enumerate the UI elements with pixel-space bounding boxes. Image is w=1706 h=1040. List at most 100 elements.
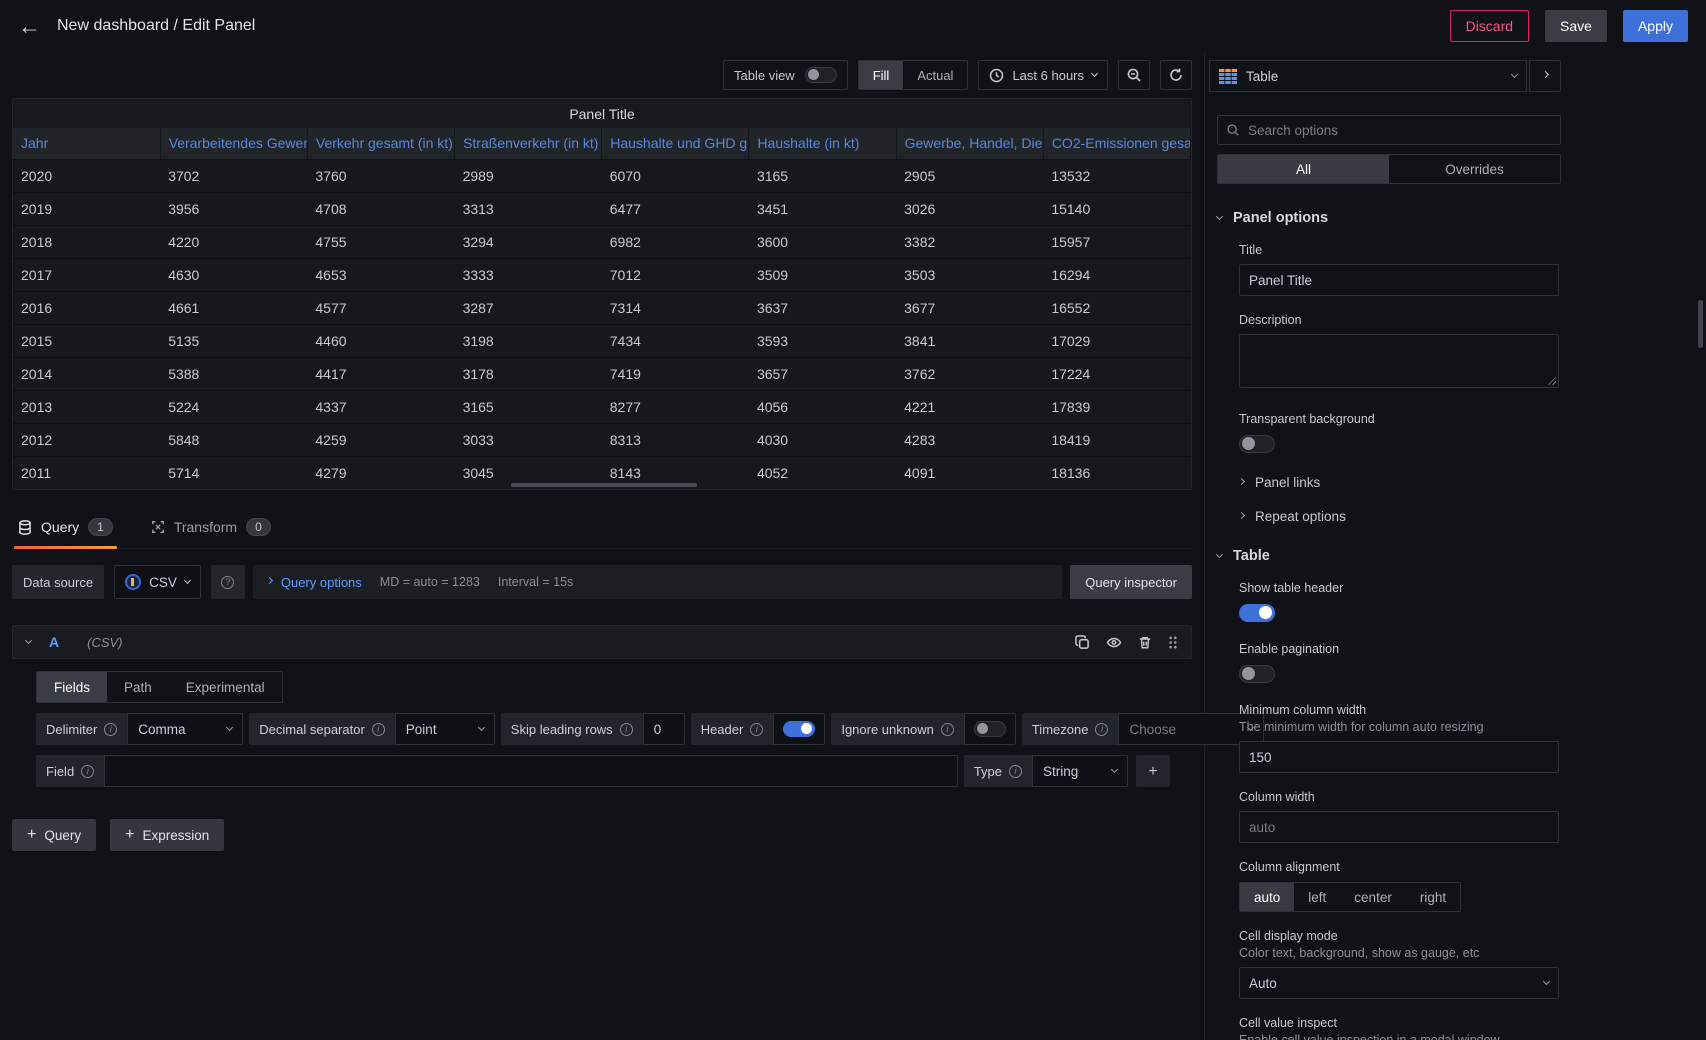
alignment-left[interactable]: left [1294, 883, 1340, 911]
column-header[interactable]: Haushalte (in kt) [749, 128, 896, 159]
query-count-badge: 1 [88, 518, 113, 536]
zoom-out-button[interactable] [1118, 60, 1150, 90]
ignore-unknown-toggle[interactable] [974, 721, 1006, 737]
csv-editor-tabs: Fields Path Experimental [36, 671, 283, 703]
transparent-background-toggle[interactable] [1239, 435, 1275, 453]
alignment-center[interactable]: center [1340, 883, 1406, 911]
table-row: 201258484259303383134030428318419 [13, 423, 1191, 456]
csv-options-row: Delimiter Comma Decimal separator Point … [36, 713, 1170, 745]
table-view-label: Table view [734, 68, 795, 83]
add-field-button[interactable] [1136, 755, 1170, 787]
table-cell: 7419 [602, 357, 749, 390]
tab-experimental[interactable]: Experimental [169, 672, 282, 702]
column-header[interactable]: Gewerbe, Handel, Dien [896, 128, 1043, 159]
discard-button[interactable]: Discard [1450, 10, 1529, 42]
alignment-right[interactable]: right [1406, 883, 1460, 911]
repeat-options-section[interactable]: Repeat options [1239, 509, 1565, 524]
table-cell: 3451 [749, 192, 896, 225]
skip-leading-rows-input[interactable]: 0 [643, 713, 685, 745]
chevron-down-icon [1111, 766, 1118, 773]
fill-option[interactable]: Fill [859, 61, 904, 89]
apply-button[interactable]: Apply [1623, 10, 1688, 42]
search-icon [1226, 123, 1240, 137]
delimiter-label: Delimiter [36, 713, 127, 745]
min-column-width-label: Minimum column width [1239, 703, 1565, 717]
add-query-button[interactable]: Query [12, 819, 96, 851]
table-cell: 4653 [307, 258, 454, 291]
cell-display-mode-select[interactable]: Auto [1239, 967, 1559, 999]
show-table-header-toggle[interactable] [1239, 604, 1275, 622]
table-cell: 3382 [896, 225, 1043, 258]
chevron-down-icon [478, 724, 485, 731]
query-row-header[interactable]: A (CSV) [12, 625, 1192, 659]
tab-query[interactable]: Query 1 [14, 508, 117, 548]
time-range-picker[interactable]: Last 6 hours [978, 60, 1108, 90]
chevron-down-icon [1216, 213, 1223, 220]
table-cell: 3333 [455, 258, 602, 291]
query-transform-tabs: Query 1 Transform 0 [12, 508, 1192, 549]
decimal-separator-select[interactable]: Point [395, 713, 495, 745]
enable-pagination-toggle[interactable] [1239, 665, 1275, 683]
duplicate-query-icon[interactable] [1075, 635, 1090, 650]
column-header[interactable]: Jahr [13, 128, 160, 159]
search-options-input[interactable]: Search options [1217, 115, 1561, 145]
section-label: Panel options [1233, 210, 1328, 226]
table-cell: 7314 [602, 291, 749, 324]
table-view-toggle[interactable] [805, 67, 837, 83]
delimiter-select[interactable]: Comma [127, 713, 243, 745]
column-header[interactable]: Straßenverkehr (in kt) [455, 128, 602, 159]
header-toggle[interactable] [783, 721, 815, 737]
section-table[interactable]: Table [1217, 548, 1565, 564]
tab-overrides[interactable]: Overrides [1389, 155, 1560, 183]
actual-option[interactable]: Actual [903, 61, 967, 89]
table-header-row: JahrVerarbeitendes GewerlVerkehr gesamt … [13, 128, 1191, 159]
section-panel-options[interactable]: Panel options [1217, 210, 1565, 226]
datasource-help-button[interactable] [211, 565, 245, 599]
refresh-icon [1168, 67, 1184, 83]
top-bar: ← New dashboard / Edit Panel Discard Sav… [0, 0, 1706, 52]
table-cell: 2020 [13, 159, 160, 192]
column-header[interactable]: Verkehr gesamt (in kt) [307, 128, 454, 159]
panel-options-body: Title Panel Title Description Transparen… [1217, 243, 1565, 524]
min-column-width-input[interactable]: 150 [1239, 741, 1559, 773]
tab-transform[interactable]: Transform 0 [147, 508, 275, 548]
fill-actual-group: Fill Actual [858, 60, 969, 90]
field-input[interactable] [104, 755, 958, 787]
refresh-button[interactable] [1160, 60, 1192, 90]
collapse-pane-button[interactable] [1529, 60, 1561, 92]
drag-grip-icon[interactable] [1168, 635, 1178, 650]
datasource-picker[interactable]: CSV [114, 565, 201, 599]
horizontal-scrollbar[interactable] [511, 483, 697, 487]
table-cell: 16294 [1043, 258, 1190, 291]
back-button[interactable]: ← [18, 15, 41, 38]
options-pane-scrollbar[interactable] [1698, 300, 1703, 348]
panel-links-section[interactable]: Panel links [1239, 475, 1565, 490]
tab-fields[interactable]: Fields [37, 672, 107, 702]
panel-title-input[interactable]: Panel Title [1239, 264, 1559, 296]
tab-path[interactable]: Path [107, 672, 169, 702]
type-select[interactable]: String [1032, 755, 1128, 787]
alignment-auto[interactable]: auto [1240, 883, 1294, 911]
hide-query-eye-icon[interactable] [1106, 635, 1122, 650]
tab-all[interactable]: All [1218, 155, 1389, 183]
edit-panel-main: Table view Fill Actual Last 6 hours Pane… [0, 52, 1205, 1040]
add-expression-button[interactable]: Expression [110, 819, 224, 851]
ignore-unknown-label: Ignore unknown [831, 713, 964, 745]
query-options-toggle[interactable]: Query options [267, 575, 362, 590]
column-header[interactable]: Verarbeitendes Gewerl [160, 128, 307, 159]
table-cell: 3657 [749, 357, 896, 390]
visualization-picker[interactable]: Table [1209, 60, 1527, 92]
collapse-query-icon[interactable] [25, 637, 32, 644]
column-header[interactable]: Haushalte und GHD ge [602, 128, 749, 159]
table-cell: 5388 [160, 357, 307, 390]
table-cell: 4030 [749, 423, 896, 456]
table-cell: 15957 [1043, 225, 1190, 258]
save-button[interactable]: Save [1545, 10, 1607, 42]
info-icon [1009, 765, 1022, 778]
table-cell: 3677 [896, 291, 1043, 324]
delete-query-trash-icon[interactable] [1138, 635, 1152, 650]
query-inspector-button[interactable]: Query inspector [1070, 565, 1192, 599]
column-header[interactable]: CO2-Emissionen gesar [1043, 128, 1190, 159]
description-textarea[interactable] [1239, 334, 1559, 388]
column-width-input[interactable]: auto [1239, 811, 1559, 843]
